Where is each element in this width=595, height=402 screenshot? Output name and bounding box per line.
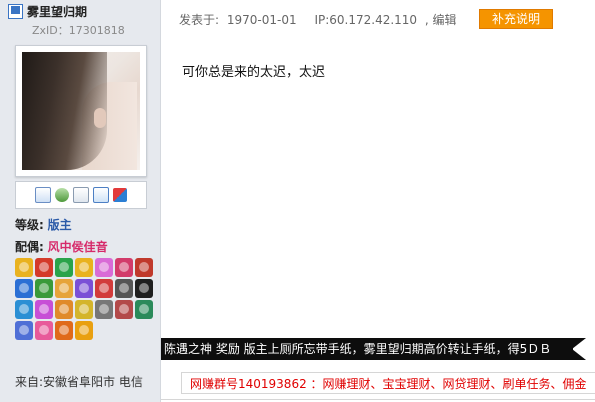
medal-icon[interactable] [115,258,133,277]
spouse-value[interactable]: 风中侯佳音 [48,240,108,254]
user-level: 等级: 版主 [15,216,72,233]
medal-icon[interactable] [55,300,73,319]
medal-icon[interactable] [15,300,33,319]
post-date: 1970-01-01 [226,13,297,27]
banner-tail [572,338,586,360]
reward-banner: 陈遇之神 奖励 版主上厕所忘带手纸，雾里望归期高价转让手纸，得5ＤＢ [161,338,573,360]
post-content: 可你总是来的太迟，太迟 [182,65,326,80]
profile-card-icon[interactable] [93,187,109,203]
medal-icon[interactable] [55,279,73,298]
medal-icon[interactable] [95,279,113,298]
medal-icon[interactable] [15,258,33,277]
user-sidebar: 雾里望归期 ZxID：17301818 等级: 版主 配偶: 风中侯佳音 来自:… [0,0,161,402]
level-label: 等级: [15,218,44,232]
medal-icon[interactable] [55,258,73,277]
medal-icon[interactable] [35,300,53,319]
search-icon[interactable] [73,187,89,203]
username[interactable]: 雾里望归期 [27,3,87,20]
post-ip: IP:60.172.42.110 [314,13,418,27]
mail-icon[interactable] [35,187,51,203]
add-friend-icon[interactable] [55,188,69,202]
meta-prefix: 发表于: [179,13,220,27]
medal-icon[interactable] [35,321,53,340]
medal-icon[interactable] [75,321,93,340]
medal-icon[interactable] [115,300,133,319]
medal-icon[interactable] [75,279,93,298]
medal-icon[interactable] [115,279,133,298]
medal-icon[interactable] [75,258,93,277]
user-id: ZxID：17301818 [32,24,125,37]
user-spouse: 配偶: 风中侯佳音 [15,238,108,255]
medal-icon[interactable] [15,321,33,340]
medal-icon[interactable] [135,300,153,319]
medal-icon[interactable] [35,279,53,298]
medal-icon[interactable] [55,321,73,340]
medal-icon[interactable] [15,279,33,298]
online-status-icon [8,4,23,19]
medal-icon[interactable] [135,279,153,298]
spouse-label: 配偶: [15,240,44,254]
medal-icon[interactable] [95,300,113,319]
medal-icon[interactable] [35,258,53,277]
medal-icon[interactable] [135,258,153,277]
ad-bar[interactable]: 网赚群号140193862 ：网赚理财、宝宝理财、网贷理财、刷单任务、佣金 [181,372,595,394]
supplement-button[interactable]: 补充说明 [479,9,553,29]
medal-icon[interactable] [75,300,93,319]
avatar[interactable] [15,45,147,177]
medal-icon[interactable] [95,258,113,277]
divider [161,399,595,400]
user-actions [15,181,147,209]
user-location: 来自:安徽省阜阳市 电信 [15,375,143,389]
medal-list [15,258,155,340]
post-meta: 发表于: 1970-01-01 IP:60.172.42.110 , 编辑 [179,11,461,28]
username-row[interactable]: 雾里望归期 [8,3,87,20]
avatar-photo [22,52,140,170]
level-value[interactable]: 版主 [48,218,72,232]
edit-link[interactable]: , 编辑 [425,13,457,27]
post-main: 发表于: 1970-01-01 IP:60.172.42.110 , 编辑 补充… [161,0,595,402]
gift-icon[interactable] [113,188,127,202]
